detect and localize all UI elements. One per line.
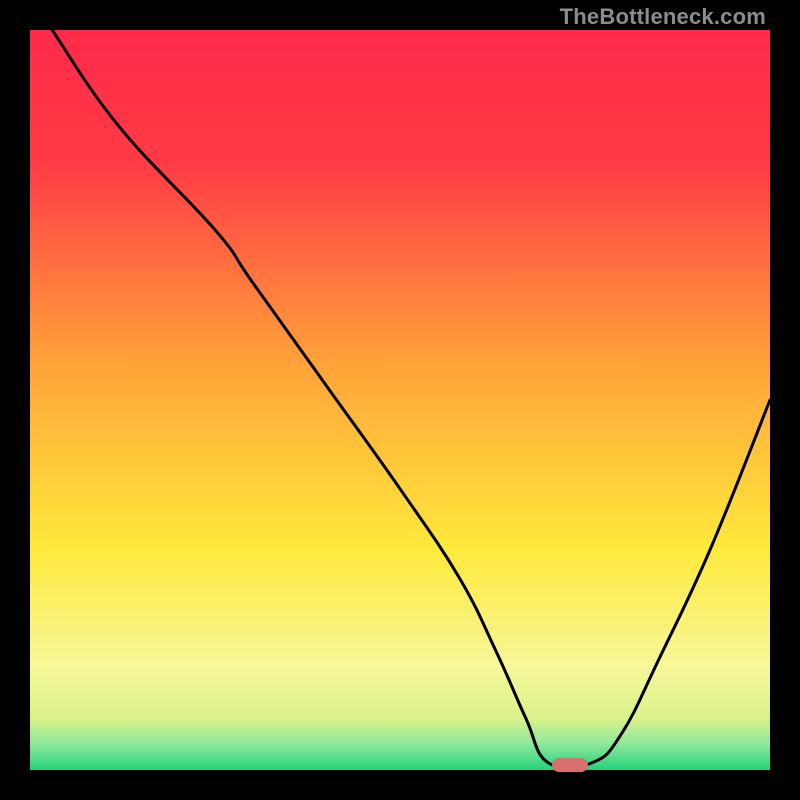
- bottleneck-curve: [30, 30, 770, 770]
- outer-frame: TheBottleneck.com: [0, 0, 800, 800]
- watermark-text: TheBottleneck.com: [560, 4, 766, 30]
- plot-area: [30, 30, 770, 770]
- optimal-marker: [552, 758, 588, 772]
